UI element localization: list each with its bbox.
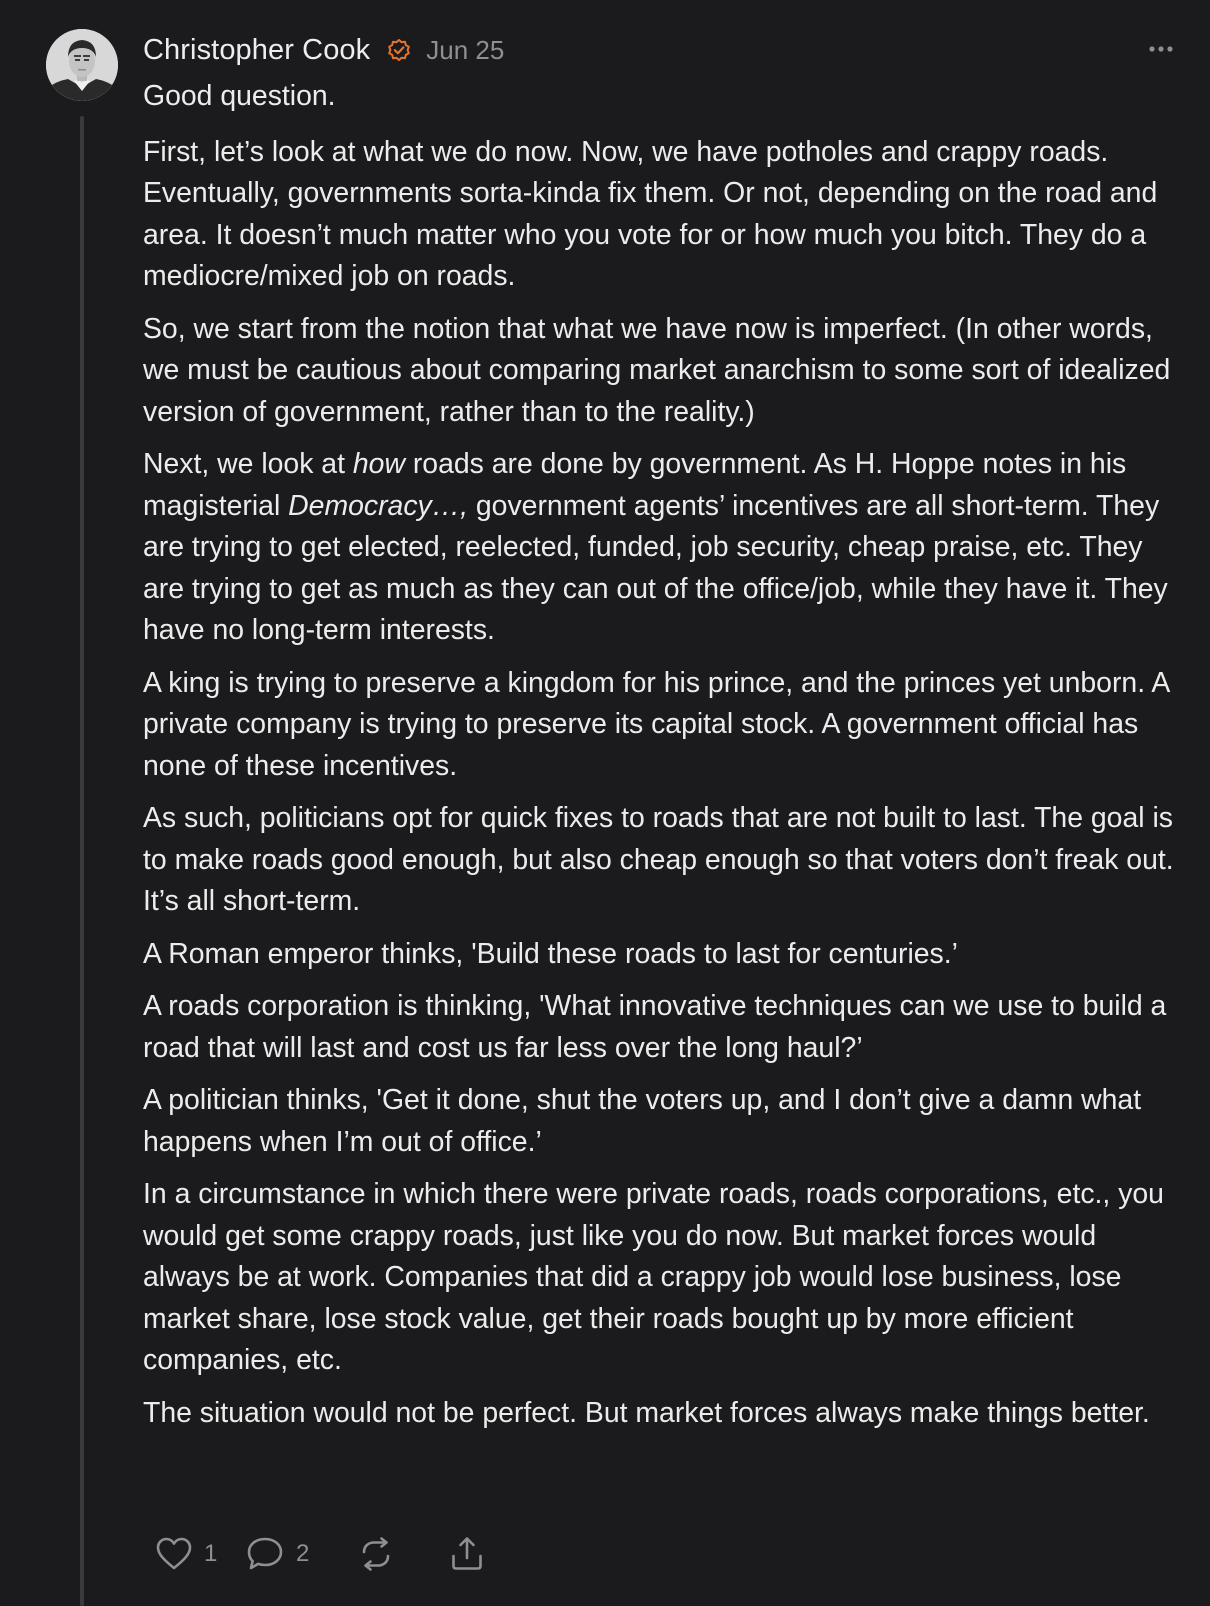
paragraph: A Roman emperor thinks, 'Build these roa… bbox=[143, 937, 958, 970]
restack-button[interactable] bbox=[358, 1537, 450, 1571]
heart-icon bbox=[156, 1537, 192, 1570]
avatar-photo bbox=[46, 29, 118, 101]
paragraph: The situation would not be perfect. But … bbox=[143, 1396, 1150, 1429]
paragraph: Next, we look at how roads are done by g… bbox=[143, 444, 1188, 652]
share-icon bbox=[452, 1537, 482, 1570]
more-options-icon[interactable] bbox=[1147, 40, 1177, 58]
paragraph: A king is trying to preserve a kingdom f… bbox=[143, 666, 1169, 782]
verified-badge-icon bbox=[386, 37, 412, 63]
restack-icon bbox=[362, 1537, 390, 1571]
reply-button[interactable]: 2 bbox=[246, 1536, 358, 1572]
paragraph: As such, politicians opt for quick fixes… bbox=[143, 802, 1174, 917]
thread-line[interactable] bbox=[80, 116, 84, 1606]
book-title: Democracy…, bbox=[288, 489, 468, 522]
comment-body: Good question. First, let’s look at what… bbox=[143, 76, 1188, 1445]
emphasis-text: how bbox=[352, 448, 405, 480]
like-count: 1 bbox=[204, 1540, 218, 1567]
comment-date[interactable]: Jun 25 bbox=[426, 35, 504, 66]
comment-actions: 1 2 bbox=[156, 1532, 484, 1576]
like-button[interactable]: 1 bbox=[156, 1537, 246, 1571]
comment-header: Christopher Cook Jun 25 bbox=[143, 30, 504, 70]
reply-count: 2 bbox=[296, 1540, 310, 1567]
paragraph: A roads corporation is thinking, 'What i… bbox=[143, 990, 1167, 1064]
comment: Christopher Cook Jun 25 Good question. F… bbox=[0, 0, 1210, 1606]
author-name[interactable]: Christopher Cook bbox=[143, 34, 370, 67]
paragraph: Good question. bbox=[143, 80, 336, 112]
share-button[interactable] bbox=[450, 1536, 484, 1572]
paragraph: So, we start from the notion that what w… bbox=[143, 312, 1171, 428]
text-run: Next, we look at bbox=[143, 448, 353, 480]
speech-bubble-icon bbox=[247, 1537, 283, 1570]
paragraph: In a circumstance in which there were pr… bbox=[143, 1178, 1164, 1376]
paragraph: First, let’s look at what we do now. Now… bbox=[143, 135, 1158, 293]
avatar[interactable] bbox=[46, 29, 118, 101]
paragraph: A politician thinks, 'Get it done, shut … bbox=[143, 1084, 1142, 1158]
